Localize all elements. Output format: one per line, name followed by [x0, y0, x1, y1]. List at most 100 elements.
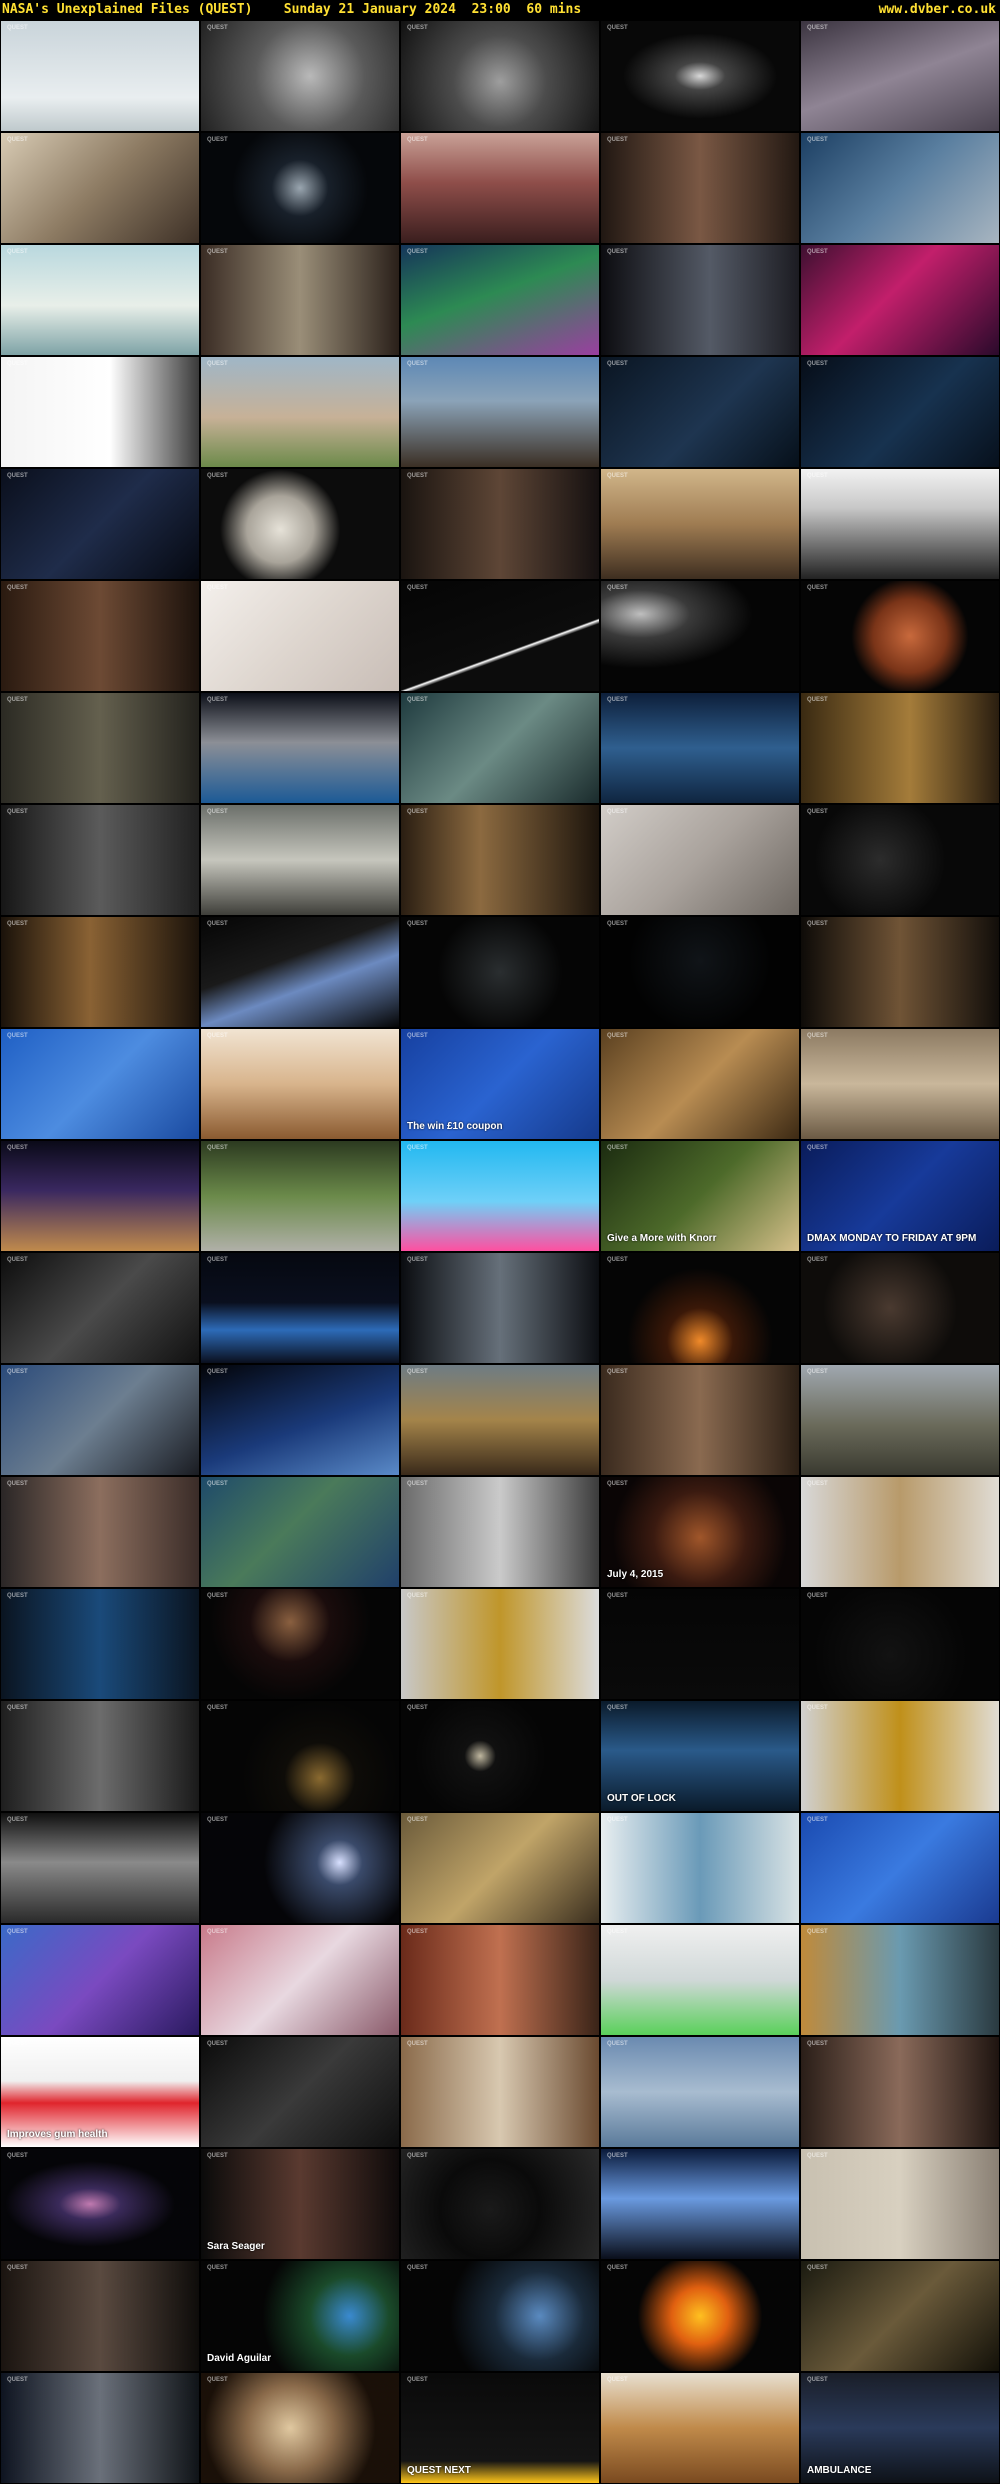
thumbnail[interactable]: QUEST: [600, 2372, 800, 2484]
thumbnail[interactable]: QUEST: [200, 804, 400, 916]
thumbnail[interactable]: QUEST: [400, 692, 600, 804]
thumbnail[interactable]: QUEST: [200, 1812, 400, 1924]
thumbnail[interactable]: QUEST: [400, 916, 600, 1028]
thumbnail[interactable]: QUEST: [200, 692, 400, 804]
thumbnail[interactable]: QUEST: [0, 692, 200, 804]
thumbnail[interactable]: QUEST: [0, 132, 200, 244]
thumbnail[interactable]: QUEST: [600, 132, 800, 244]
thumbnail[interactable]: QUEST AMBULANCE: [800, 2372, 1000, 2484]
thumbnail[interactable]: QUEST: [0, 244, 200, 356]
thumbnail[interactable]: QUEST: [200, 916, 400, 1028]
thumbnail[interactable]: QUEST: [600, 244, 800, 356]
thumbnail[interactable]: QUEST: [600, 580, 800, 692]
thumbnail[interactable]: QUEST: [400, 244, 600, 356]
thumbnail[interactable]: QUEST: [600, 1028, 800, 1140]
thumbnail[interactable]: QUEST: [800, 1028, 1000, 1140]
thumbnail[interactable]: QUEST: [600, 1364, 800, 1476]
thumbnail[interactable]: QUEST: [800, 1588, 1000, 1700]
thumbnail[interactable]: QUEST: [400, 804, 600, 916]
thumbnail[interactable]: QUEST: [200, 2036, 400, 2148]
thumbnail[interactable]: QUEST: [600, 2036, 800, 2148]
thumbnail[interactable]: QUEST: [800, 468, 1000, 580]
thumbnail[interactable]: QUEST DMAX MONDAY TO FRIDAY AT 9PM: [800, 1140, 1000, 1252]
thumbnail[interactable]: QUEST: [0, 1812, 200, 1924]
thumbnail[interactable]: QUEST: [0, 1476, 200, 1588]
thumbnail[interactable]: QUEST: [800, 1812, 1000, 1924]
thumbnail[interactable]: QUEST: [400, 1476, 600, 1588]
thumbnail[interactable]: QUEST: [800, 132, 1000, 244]
thumbnail[interactable]: QUEST: [200, 1252, 400, 1364]
thumbnail[interactable]: QUEST: [600, 916, 800, 1028]
thumbnail[interactable]: QUEST: [600, 468, 800, 580]
thumbnail[interactable]: QUEST: [600, 804, 800, 916]
thumbnail[interactable]: QUEST Improves gum health: [0, 2036, 200, 2148]
thumbnail[interactable]: QUEST: [400, 356, 600, 468]
thumbnail[interactable]: QUEST: [400, 1252, 600, 1364]
thumbnail[interactable]: QUEST: [0, 1924, 200, 2036]
thumbnail[interactable]: QUEST: [400, 132, 600, 244]
thumbnail[interactable]: QUEST: [600, 2148, 800, 2260]
thumbnail[interactable]: QUEST: [800, 1252, 1000, 1364]
thumbnail[interactable]: QUEST: [200, 132, 400, 244]
thumbnail[interactable]: QUEST: [800, 2148, 1000, 2260]
thumbnail[interactable]: QUEST: [800, 244, 1000, 356]
thumbnail[interactable]: QUEST: [400, 2260, 600, 2372]
thumbnail[interactable]: QUEST: [0, 1588, 200, 1700]
thumbnail[interactable]: QUEST: [800, 1924, 1000, 2036]
thumbnail[interactable]: QUEST: [400, 1140, 600, 1252]
thumbnail[interactable]: QUEST: [200, 244, 400, 356]
thumbnail[interactable]: QUEST: [400, 1700, 600, 1812]
thumbnail[interactable]: QUEST: [200, 1028, 400, 1140]
thumbnail[interactable]: QUEST: [0, 468, 200, 580]
thumbnail[interactable]: QUEST: [400, 2148, 600, 2260]
thumbnail[interactable]: QUEST: [600, 692, 800, 804]
thumbnail[interactable]: QUEST: [600, 356, 800, 468]
thumbnail[interactable]: QUEST Give a More with Knorr: [600, 1140, 800, 1252]
thumbnail[interactable]: QUEST: [200, 468, 400, 580]
thumbnail[interactable]: QUEST: [0, 20, 200, 132]
thumbnail[interactable]: QUEST: [600, 1812, 800, 1924]
site-link[interactable]: www.dvber.co.uk: [879, 0, 996, 20]
thumbnail[interactable]: QUEST OUT OF LOCK: [600, 1700, 800, 1812]
thumbnail[interactable]: QUEST: [0, 580, 200, 692]
thumbnail[interactable]: QUEST July 4, 2015: [600, 1476, 800, 1588]
thumbnail[interactable]: QUEST: [600, 1924, 800, 2036]
thumbnail[interactable]: QUEST: [800, 2260, 1000, 2372]
thumbnail[interactable]: QUEST: [400, 1588, 600, 1700]
thumbnail[interactable]: QUEST: [0, 804, 200, 916]
thumbnail[interactable]: QUEST Sara Seager: [200, 2148, 400, 2260]
thumbnail[interactable]: QUEST: [200, 1588, 400, 1700]
thumbnail[interactable]: QUEST: [400, 20, 600, 132]
thumbnail[interactable]: QUEST: [600, 1252, 800, 1364]
thumbnail[interactable]: QUEST: [200, 20, 400, 132]
thumbnail[interactable]: QUEST: [0, 2260, 200, 2372]
thumbnail[interactable]: QUEST: [0, 916, 200, 1028]
thumbnail[interactable]: QUEST: [800, 1364, 1000, 1476]
thumbnail[interactable]: QUEST: [400, 1924, 600, 2036]
thumbnail[interactable]: QUEST: [200, 356, 400, 468]
thumbnail[interactable]: QUEST: [200, 2372, 400, 2484]
thumbnail[interactable]: QUEST: [400, 580, 600, 692]
thumbnail[interactable]: QUEST: [0, 1364, 200, 1476]
thumbnail[interactable]: QUEST: [200, 1364, 400, 1476]
thumbnail[interactable]: QUEST: [200, 1700, 400, 1812]
thumbnail[interactable]: QUEST: [800, 692, 1000, 804]
thumbnail[interactable]: QUEST: [0, 1028, 200, 1140]
thumbnail[interactable]: QUEST: [800, 20, 1000, 132]
thumbnail[interactable]: QUEST: [800, 804, 1000, 916]
thumbnail[interactable]: QUEST: [800, 580, 1000, 692]
thumbnail[interactable]: QUEST: [600, 2260, 800, 2372]
thumbnail[interactable]: QUEST: [800, 1700, 1000, 1812]
thumbnail[interactable]: QUEST: [0, 1140, 200, 1252]
thumbnail[interactable]: QUEST: [400, 1812, 600, 1924]
thumbnail[interactable]: QUEST: [800, 1476, 1000, 1588]
thumbnail[interactable]: QUEST: [200, 1476, 400, 1588]
thumbnail[interactable]: QUEST: [0, 1252, 200, 1364]
thumbnail[interactable]: QUEST: [400, 1364, 600, 1476]
thumbnail[interactable]: QUEST: [200, 1924, 400, 2036]
thumbnail[interactable]: QUEST QUEST NEXT: [400, 2372, 600, 2484]
thumbnail[interactable]: QUEST: [0, 2372, 200, 2484]
thumbnail[interactable]: QUEST: [400, 468, 600, 580]
thumbnail[interactable]: QUEST: [0, 1700, 200, 1812]
thumbnail[interactable]: QUEST: [600, 20, 800, 132]
